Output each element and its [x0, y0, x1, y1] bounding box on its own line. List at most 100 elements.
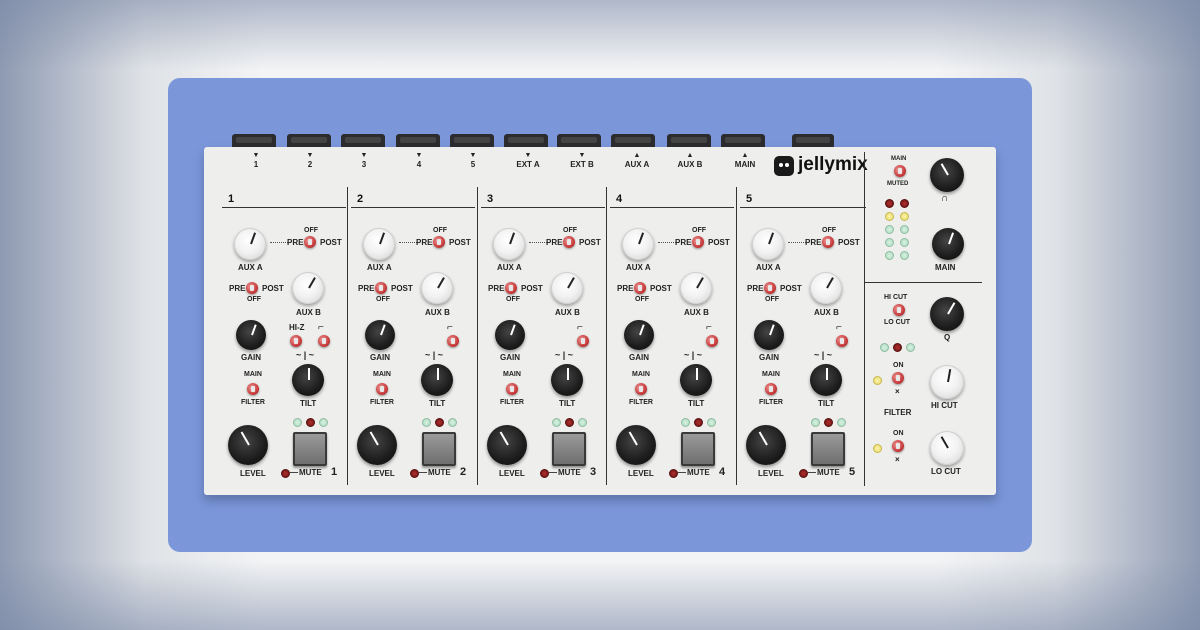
mute-label: MUTE: [299, 468, 322, 477]
mute-button[interactable]: [293, 432, 327, 466]
aux-a-pre-post-switch[interactable]: [304, 236, 316, 248]
filter-shape-switch[interactable]: [706, 335, 718, 347]
signal-led-1: [422, 418, 431, 427]
aux-a-pre-post-switch[interactable]: [822, 236, 834, 248]
post-label: POST: [262, 284, 284, 293]
q-knob[interactable]: [930, 297, 964, 331]
gain-knob[interactable]: [236, 320, 266, 350]
filter-shape-switch[interactable]: [577, 335, 589, 347]
off-label: OFF: [433, 227, 447, 234]
aux-b-knob[interactable]: [421, 272, 453, 304]
main-filter-switch[interactable]: [247, 383, 259, 395]
output-arrow-icon: ▼: [524, 152, 532, 159]
signal-led-3: [319, 418, 328, 427]
aux-b-pre-post-switch[interactable]: [764, 282, 776, 294]
aux-b-label: AUX B: [425, 308, 450, 317]
channel-header-line: [481, 207, 605, 208]
level-knob[interactable]: [357, 425, 397, 465]
pre-label: PRE: [416, 238, 433, 247]
off-label: OFF: [765, 296, 779, 303]
mute-button[interactable]: [681, 432, 715, 466]
aux-a-knob[interactable]: [234, 228, 266, 260]
tilt-knob[interactable]: [551, 364, 583, 396]
level-knob[interactable]: [487, 425, 527, 465]
background-shade-bottom: [0, 560, 1200, 630]
main-knob[interactable]: [932, 228, 964, 260]
mute-button[interactable]: [422, 432, 456, 466]
meter-led: [885, 251, 894, 260]
level-knob[interactable]: [616, 425, 656, 465]
hi-z-switch[interactable]: [290, 335, 302, 347]
hi-cut-on-switch[interactable]: [892, 372, 904, 384]
aux-b-pre-post-switch[interactable]: [634, 282, 646, 294]
off-label: OFF: [376, 296, 390, 303]
filter-shape-switch[interactable]: [836, 335, 848, 347]
hi-cut-off-mark: ×: [895, 387, 900, 396]
gain-knob[interactable]: [365, 320, 395, 350]
lo-cut-on-switch[interactable]: [892, 440, 904, 452]
signal-led-1: [681, 418, 690, 427]
main-label: MAIN: [244, 371, 262, 378]
tilt-knob[interactable]: [421, 364, 453, 396]
aux-b-pre-post-switch[interactable]: [375, 282, 387, 294]
aux-b-knob[interactable]: [551, 272, 583, 304]
headphone-knob[interactable]: [930, 158, 964, 192]
meter-led: [885, 212, 894, 221]
main-switch-bottom-label: MUTED: [887, 181, 909, 187]
output-label: ▲ AUX A: [625, 152, 650, 169]
post-label: POST: [579, 238, 601, 247]
channel-divider: [477, 187, 478, 485]
filter-shape-switch[interactable]: [447, 335, 459, 347]
aux-a-knob[interactable]: [363, 228, 395, 260]
aux-a-pre-post-switch[interactable]: [692, 236, 704, 248]
tilt-knob[interactable]: [292, 364, 324, 396]
aux-b-knob[interactable]: [810, 272, 842, 304]
channel-header-line: [222, 207, 346, 208]
aux-a-pre-post-switch[interactable]: [563, 236, 575, 248]
hi-cut-knob[interactable]: [930, 365, 964, 399]
channel-number: 5: [746, 193, 753, 205]
level-knob[interactable]: [746, 425, 786, 465]
mute-label: MUTE: [428, 468, 451, 477]
gain-knob[interactable]: [754, 320, 784, 350]
pre-label: PRE: [546, 238, 563, 247]
aux-b-knob[interactable]: [680, 272, 712, 304]
aux-a-knob[interactable]: [752, 228, 784, 260]
level-label: LEVEL: [499, 469, 525, 478]
tilt-knob[interactable]: [810, 364, 842, 396]
aux-b-knob[interactable]: [292, 272, 324, 304]
post-label: POST: [391, 284, 413, 293]
aux-a-pre-post-switch[interactable]: [433, 236, 445, 248]
main-filter-switch[interactable]: [506, 383, 518, 395]
gain-knob[interactable]: [495, 320, 525, 350]
filter-label: FILTER: [370, 399, 394, 406]
signal-led-2: [435, 418, 444, 427]
output-arrow-icon: ▼: [252, 152, 260, 159]
meter-led: [885, 225, 894, 234]
gain-knob[interactable]: [624, 320, 654, 350]
aux-a-knob[interactable]: [493, 228, 525, 260]
main-filter-switch[interactable]: [765, 383, 777, 395]
dotted-line: [658, 242, 676, 244]
main-filter-switch[interactable]: [376, 383, 388, 395]
main-mute-switch[interactable]: [894, 165, 906, 177]
output-label: ▼ 1: [253, 152, 260, 169]
mute-button[interactable]: [811, 432, 845, 466]
hi-lo-cut-switch[interactable]: [893, 304, 905, 316]
level-knob[interactable]: [228, 425, 268, 465]
level-label: LEVEL: [369, 469, 395, 478]
aux-a-knob[interactable]: [622, 228, 654, 260]
main-filter-switch[interactable]: [635, 383, 647, 395]
aux-b-pre-post-switch[interactable]: [246, 282, 258, 294]
channel-number: 1: [228, 193, 235, 205]
gain-label: GAIN: [241, 353, 261, 362]
post-label: POST: [320, 238, 342, 247]
lo-cut-knob[interactable]: [930, 431, 964, 465]
meter-led: [900, 199, 909, 208]
aux-b-pre-post-switch[interactable]: [505, 282, 517, 294]
tilt-shape-icon: ~ | ~: [555, 350, 574, 360]
filter-led-2: [893, 343, 902, 352]
mute-button[interactable]: [552, 432, 586, 466]
filter-shape-switch[interactable]: [318, 335, 330, 347]
tilt-knob[interactable]: [680, 364, 712, 396]
